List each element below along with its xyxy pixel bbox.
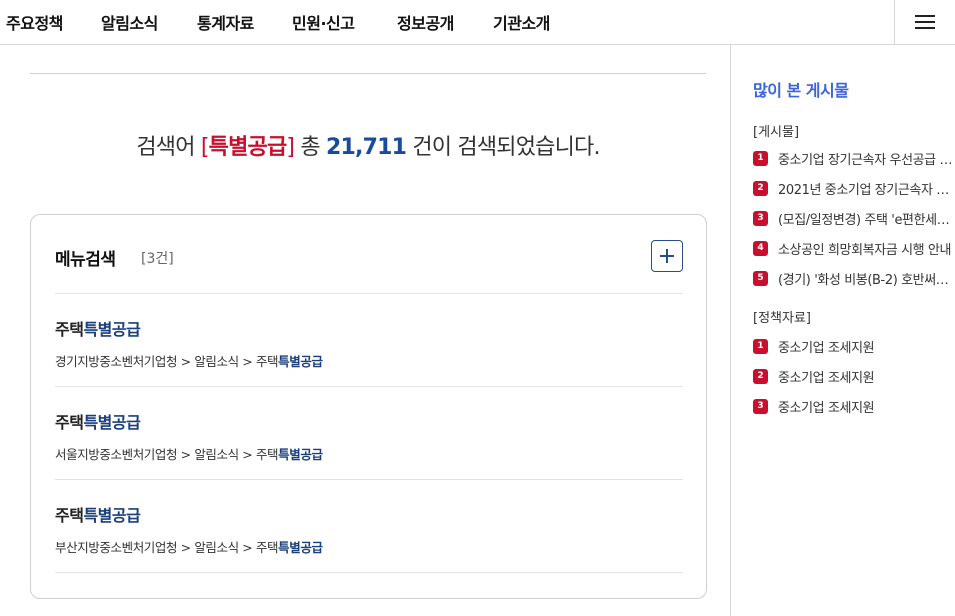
result-count: 21,711: [326, 135, 407, 160]
nav-item-policy[interactable]: 주요정책: [6, 10, 63, 34]
popular-post-item[interactable]: 4 소상공인 희망회복자금 시행 안내: [753, 238, 953, 258]
nav-item-news[interactable]: 알림소식: [101, 10, 158, 34]
popular-post-title: 소상공인 희망회복자금 시행 안내: [778, 242, 952, 258]
result-title-highlight: 특별공급: [83, 320, 141, 339]
rank-badge: 2: [753, 180, 768, 196]
result-title-highlight: 특별공급: [83, 506, 141, 525]
nav-item-statistics[interactable]: 통계자료: [197, 10, 254, 34]
top-navigation: 주요정책 알림소식 통계자료 민원·신고 정보공개 기관소개: [0, 0, 955, 45]
nav-item-civil-report[interactable]: 민원·신고: [292, 10, 355, 34]
policy-item[interactable]: 2 중소기업 조세지원: [753, 366, 953, 386]
nav-item-disclosure[interactable]: 정보공개: [397, 10, 454, 34]
sidebar-title: 많이 본 게시물: [753, 81, 849, 100]
menu-search-title: 메뉴검색: [55, 250, 116, 270]
rank-badge: 3: [753, 398, 768, 414]
expand-more-button[interactable]: [651, 240, 683, 272]
popular-post-item[interactable]: 3 (모집/일정변경) 주택 'e편한세상' 특별공급: [753, 208, 953, 228]
search-results-main: 검색어 [특별공급] 총 21,711 건이 검색되었습니다. 메뉴검색 [3건…: [0, 45, 731, 616]
list-item: 주택특별공급 부산지방중소벤처기업청 > 알림소식 > 주택특별공급: [55, 479, 683, 572]
rank-badge: 3: [753, 210, 768, 226]
policy-item[interactable]: 3 중소기업 조세지원: [753, 396, 953, 416]
rank-badge: 1: [753, 150, 768, 166]
nav-item-about[interactable]: 기관소개: [493, 10, 550, 34]
rank-badge: 2: [753, 368, 768, 384]
result-path-highlight: 특별공급: [278, 447, 323, 462]
rank-badge: 5: [753, 270, 768, 286]
popular-post-item[interactable]: 2 2021년 중소기업 장기근속자 주택 특별공급: [753, 178, 953, 198]
search-summary: 검색어 [특별공급] 총 21,711 건이 검색되었습니다.: [30, 129, 706, 161]
result-path-highlight: 특별공급: [278, 354, 323, 369]
sidebar-policy-label: [정책자료]: [753, 311, 811, 326]
popular-sidebar: 많이 본 게시물 [게시물] 1 중소기업 장기근속자 우선공급 안내 2 20…: [732, 45, 955, 616]
popular-post-title: (모집/일정변경) 주택 'e편한세상' 특별공급: [778, 212, 953, 228]
result-path: 경기지방중소벤처기업청 > 알림소식 > 주택특별공급: [55, 351, 323, 370]
popular-post-title: 중소기업 장기근속자 우선공급 안내: [778, 152, 953, 168]
summary-suffix: 건이 검색되었습니다.: [406, 135, 600, 160]
list-item: 주택특별공급 경기지방중소벤처기업청 > 알림소식 > 주택특별공급: [55, 293, 683, 386]
plus-icon-vertical: [666, 249, 668, 263]
result-path: 서울지방중소벤처기업청 > 알림소식 > 주택특별공급: [55, 444, 323, 463]
popular-post-title: 2021년 중소기업 장기근속자 주택 특별공급: [778, 182, 953, 198]
result-path-text: 서울지방중소벤처기업청 > 알림소식 > 주택: [55, 447, 279, 462]
menu-search-count: [3건]: [141, 251, 174, 267]
search-keyword: 특별공급: [208, 135, 288, 160]
hamburger-icon: [915, 15, 935, 30]
popular-post-title: (경기) '화성 비봉(B-2) 호반써밋' 특별공급: [778, 272, 953, 288]
result-title-text: 주택: [55, 506, 84, 525]
hamburger-menu-button[interactable]: [894, 0, 955, 45]
divider: [30, 73, 706, 74]
policy-title: 중소기업 조세지원: [778, 370, 875, 386]
popular-post-item[interactable]: 5 (경기) '화성 비봉(B-2) 호반써밋' 특별공급: [753, 268, 953, 288]
result-title[interactable]: 주택특별공급: [55, 409, 141, 433]
summary-mid: 총: [294, 135, 327, 160]
result-title-text: 주택: [55, 413, 84, 432]
menu-search-box: 메뉴검색 [3건] 주택특별공급 경기지방중소벤처기업청 > 알림소식 > 주택…: [30, 214, 707, 599]
result-path-text: 경기지방중소벤처기업청 > 알림소식 > 주택: [55, 354, 279, 369]
policy-item[interactable]: 1 중소기업 조세지원: [753, 336, 953, 356]
keyword-bracket-open: [: [200, 135, 210, 160]
summary-prefix: 검색어: [136, 135, 201, 160]
result-title[interactable]: 주택특별공급: [55, 502, 141, 526]
sidebar-posts-label: [게시물]: [753, 125, 800, 140]
result-title-highlight: 특별공급: [83, 413, 141, 432]
divider: [55, 572, 683, 573]
list-item: 주택특별공급 서울지방중소벤처기업청 > 알림소식 > 주택특별공급: [55, 386, 683, 479]
result-path-highlight: 특별공급: [278, 540, 323, 555]
result-path: 부산지방중소벤처기업청 > 알림소식 > 주택특별공급: [55, 537, 323, 556]
policy-title: 중소기업 조세지원: [778, 340, 875, 356]
rank-badge: 4: [753, 240, 768, 256]
result-path-text: 부산지방중소벤처기업청 > 알림소식 > 주택: [55, 540, 279, 555]
result-title-text: 주택: [55, 320, 84, 339]
popular-post-item[interactable]: 1 중소기업 장기근속자 우선공급 안내: [753, 148, 953, 168]
policy-title: 중소기업 조세지원: [778, 400, 875, 416]
rank-badge: 1: [753, 338, 768, 354]
result-title[interactable]: 주택특별공급: [55, 316, 141, 340]
